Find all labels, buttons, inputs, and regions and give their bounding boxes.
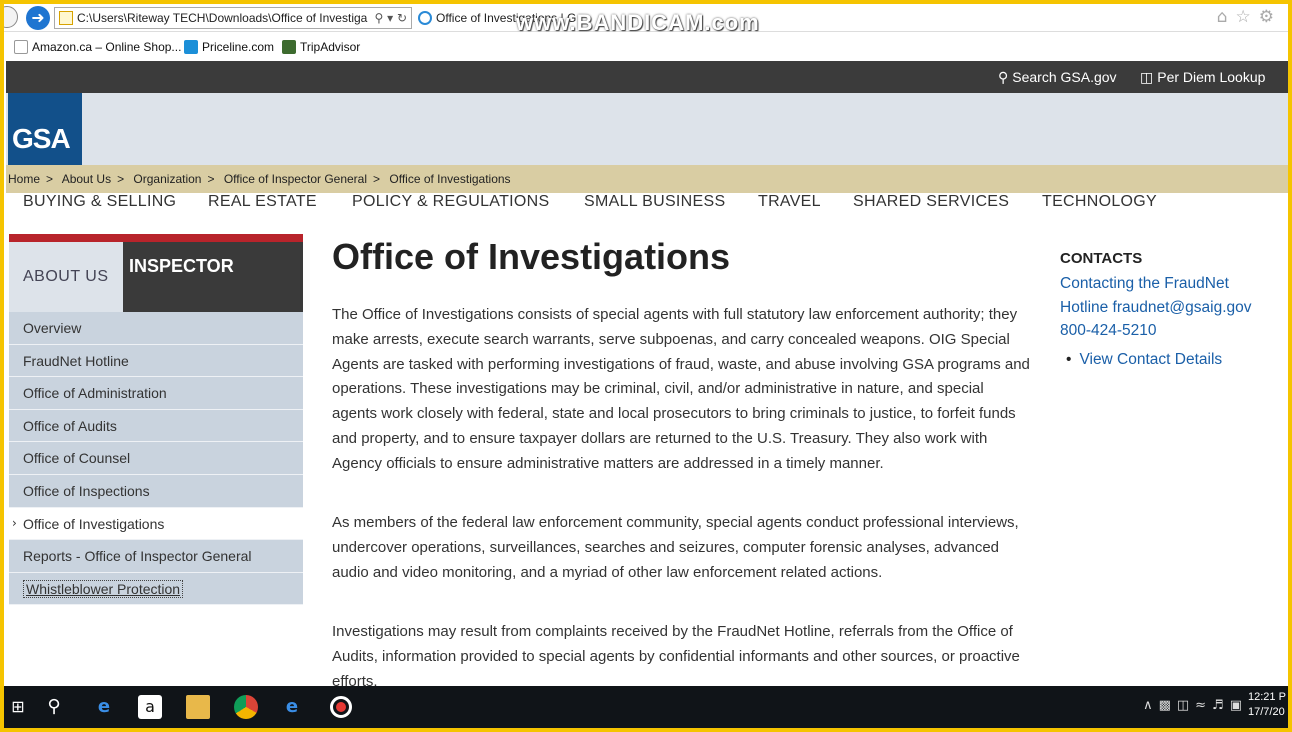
- breadcrumb-current: Office of Investigations: [389, 172, 511, 186]
- edge-icon[interactable]: e: [92, 695, 116, 719]
- building-icon: ◫: [1140, 70, 1154, 86]
- search-icon: ⚲: [998, 70, 1009, 86]
- page-icon: [59, 11, 73, 25]
- contacts-heading: CONTACTS: [1060, 250, 1143, 267]
- sidebar-accent: [9, 234, 303, 242]
- page-title: Office of Investigations: [332, 236, 731, 277]
- fraudnet-phone[interactable]: 800-424-5210: [1060, 319, 1280, 343]
- nav-technology[interactable]: TECHNOLOGY: [1042, 193, 1157, 211]
- sidebar-item-fraudnet[interactable]: FraudNet Hotline: [9, 344, 303, 378]
- chrome-icon[interactable]: [234, 695, 258, 719]
- amazon-icon: [14, 40, 28, 54]
- windows-taskbar: ⊞ ⚲ e a e ∧▩◫≈♬▣ 12:21 P 17/7/20: [4, 686, 1288, 728]
- breadcrumb: Home > About Us > Organization > Office of …: [6, 165, 1288, 193]
- search-refresh-icons[interactable]: ⚲ ▾ ↻: [370, 8, 407, 28]
- priceline-icon: [184, 40, 198, 54]
- url-text: C:\Users\Riteway TECH\Downloads\Office o…: [77, 11, 368, 25]
- browser-toolbar-icons[interactable]: ⌂☆⚙: [1217, 7, 1282, 27]
- sidebar-menu: Overview FraudNet Hotline Office of Admi…: [9, 312, 303, 606]
- sidebar-item-inspections[interactable]: Office of Inspections: [9, 474, 303, 508]
- nav-small-business[interactable]: SMALL BUSINESS: [584, 193, 725, 211]
- sidebar-item-reports[interactable]: Reports - Office of Inspector General: [9, 540, 303, 573]
- windows-start-icon[interactable]: ⊞: [6, 695, 30, 719]
- nav-shared-services[interactable]: SHARED SERVICES: [853, 193, 1009, 211]
- search-gsa-link[interactable]: ⚲ Search GSA.gov: [998, 69, 1117, 86]
- ie-icon: [418, 11, 432, 25]
- breadcrumb-home[interactable]: Home: [8, 172, 40, 186]
- bookmark-tripadvisor[interactable]: TripAdvisor: [282, 40, 360, 54]
- forward-arrow-icon[interactable]: ➜: [26, 6, 50, 30]
- sidebar-item-administration[interactable]: Office of Administration: [9, 377, 303, 410]
- content-paragraph-2: As members of the federal law enforcemen…: [332, 514, 1019, 581]
- internet-explorer-icon[interactable]: e: [280, 695, 304, 719]
- chevron-right-icon: ›: [12, 515, 17, 530]
- clock-time: 12:21 P: [1248, 691, 1286, 703]
- breadcrumb-oig[interactable]: Office of Inspector General: [224, 172, 367, 186]
- per-diem-link[interactable]: ◫ Per Diem Lookup: [1140, 69, 1265, 86]
- about-us-menu[interactable]: ABOUT US: [9, 242, 123, 312]
- nav-buying-selling[interactable]: BUYING & SELLING: [23, 193, 176, 211]
- main-navigation: BUYING & SELLING REAL ESTATE POLICY & RE…: [6, 193, 1288, 213]
- sidebar-item-overview[interactable]: Overview: [9, 312, 303, 345]
- system-tray-icons[interactable]: ∧▩◫≈♬▣: [1143, 698, 1248, 713]
- amazon-app-icon[interactable]: a: [138, 695, 162, 719]
- file-explorer-icon[interactable]: [186, 695, 210, 719]
- bandicam-watermark: www.BANDICAM.com: [516, 10, 760, 35]
- nav-travel[interactable]: TRAVEL: [758, 193, 821, 211]
- nav-policy-regulations[interactable]: POLICY & REGULATIONS: [352, 193, 549, 211]
- fraudnet-contact-link-2[interactable]: Hotline fraudnet@gsaig.gov: [1060, 296, 1280, 320]
- view-contact-details[interactable]: • View Contact Details: [1060, 351, 1280, 369]
- sidebar-item-investigations[interactable]: › Office of Investigations: [9, 507, 303, 541]
- breadcrumb-organization[interactable]: Organization: [133, 172, 201, 186]
- search-icon[interactable]: ⚲: [42, 695, 66, 719]
- gsa-logo[interactable]: GSA: [8, 93, 82, 165]
- sidebar-header: INSPECTOR ABOUT US: [9, 242, 303, 312]
- bookmark-priceline[interactable]: Priceline.com: [184, 40, 274, 54]
- back-button[interactable]: [4, 6, 18, 28]
- tripadvisor-icon: [282, 40, 296, 54]
- browser-address-bar: ➜ C:\Users\Riteway TECH\Downloads\Office…: [4, 4, 1288, 35]
- content-paragraph-3: Investigations may result from complaint…: [332, 623, 1020, 690]
- screen: ➜ C:\Users\Riteway TECH\Downloads\Office…: [4, 4, 1288, 728]
- clock-date: 17/7/20: [1248, 706, 1285, 718]
- content-paragraph-1: The Office of Investigations consists of…: [332, 306, 1030, 472]
- favorites-bar: Amazon.ca – Online Shop... Priceline.com…: [4, 34, 1288, 60]
- bookmark-amazon[interactable]: Amazon.ca – Online Shop...: [14, 40, 181, 54]
- fraudnet-contact-link-1[interactable]: Contacting the FraudNet: [1060, 272, 1280, 296]
- contacts-panel: CONTACTS Contacting the FraudNet Hotline…: [1060, 250, 1280, 369]
- breadcrumb-about-us[interactable]: About Us: [62, 172, 111, 186]
- nav-real-estate[interactable]: REAL ESTATE: [208, 193, 317, 211]
- record-icon[interactable]: [330, 696, 352, 718]
- utility-bar: ⚲ Search GSA.gov ◫ Per Diem Lookup: [6, 61, 1288, 93]
- sidebar-item-audits[interactable]: Office of Audits: [9, 409, 303, 443]
- sidebar-item-whistleblower[interactable]: Whistleblower Protection: [9, 572, 303, 606]
- taskbar-clock[interactable]: 12:21 P 17/7/20: [1248, 690, 1288, 720]
- url-field[interactable]: C:\Users\Riteway TECH\Downloads\Office o…: [54, 7, 412, 29]
- sidebar-item-counsel[interactable]: Office of Counsel: [9, 442, 303, 475]
- sidebar-title: INSPECTOR: [129, 256, 234, 276]
- site-header: GSA: [6, 93, 1288, 165]
